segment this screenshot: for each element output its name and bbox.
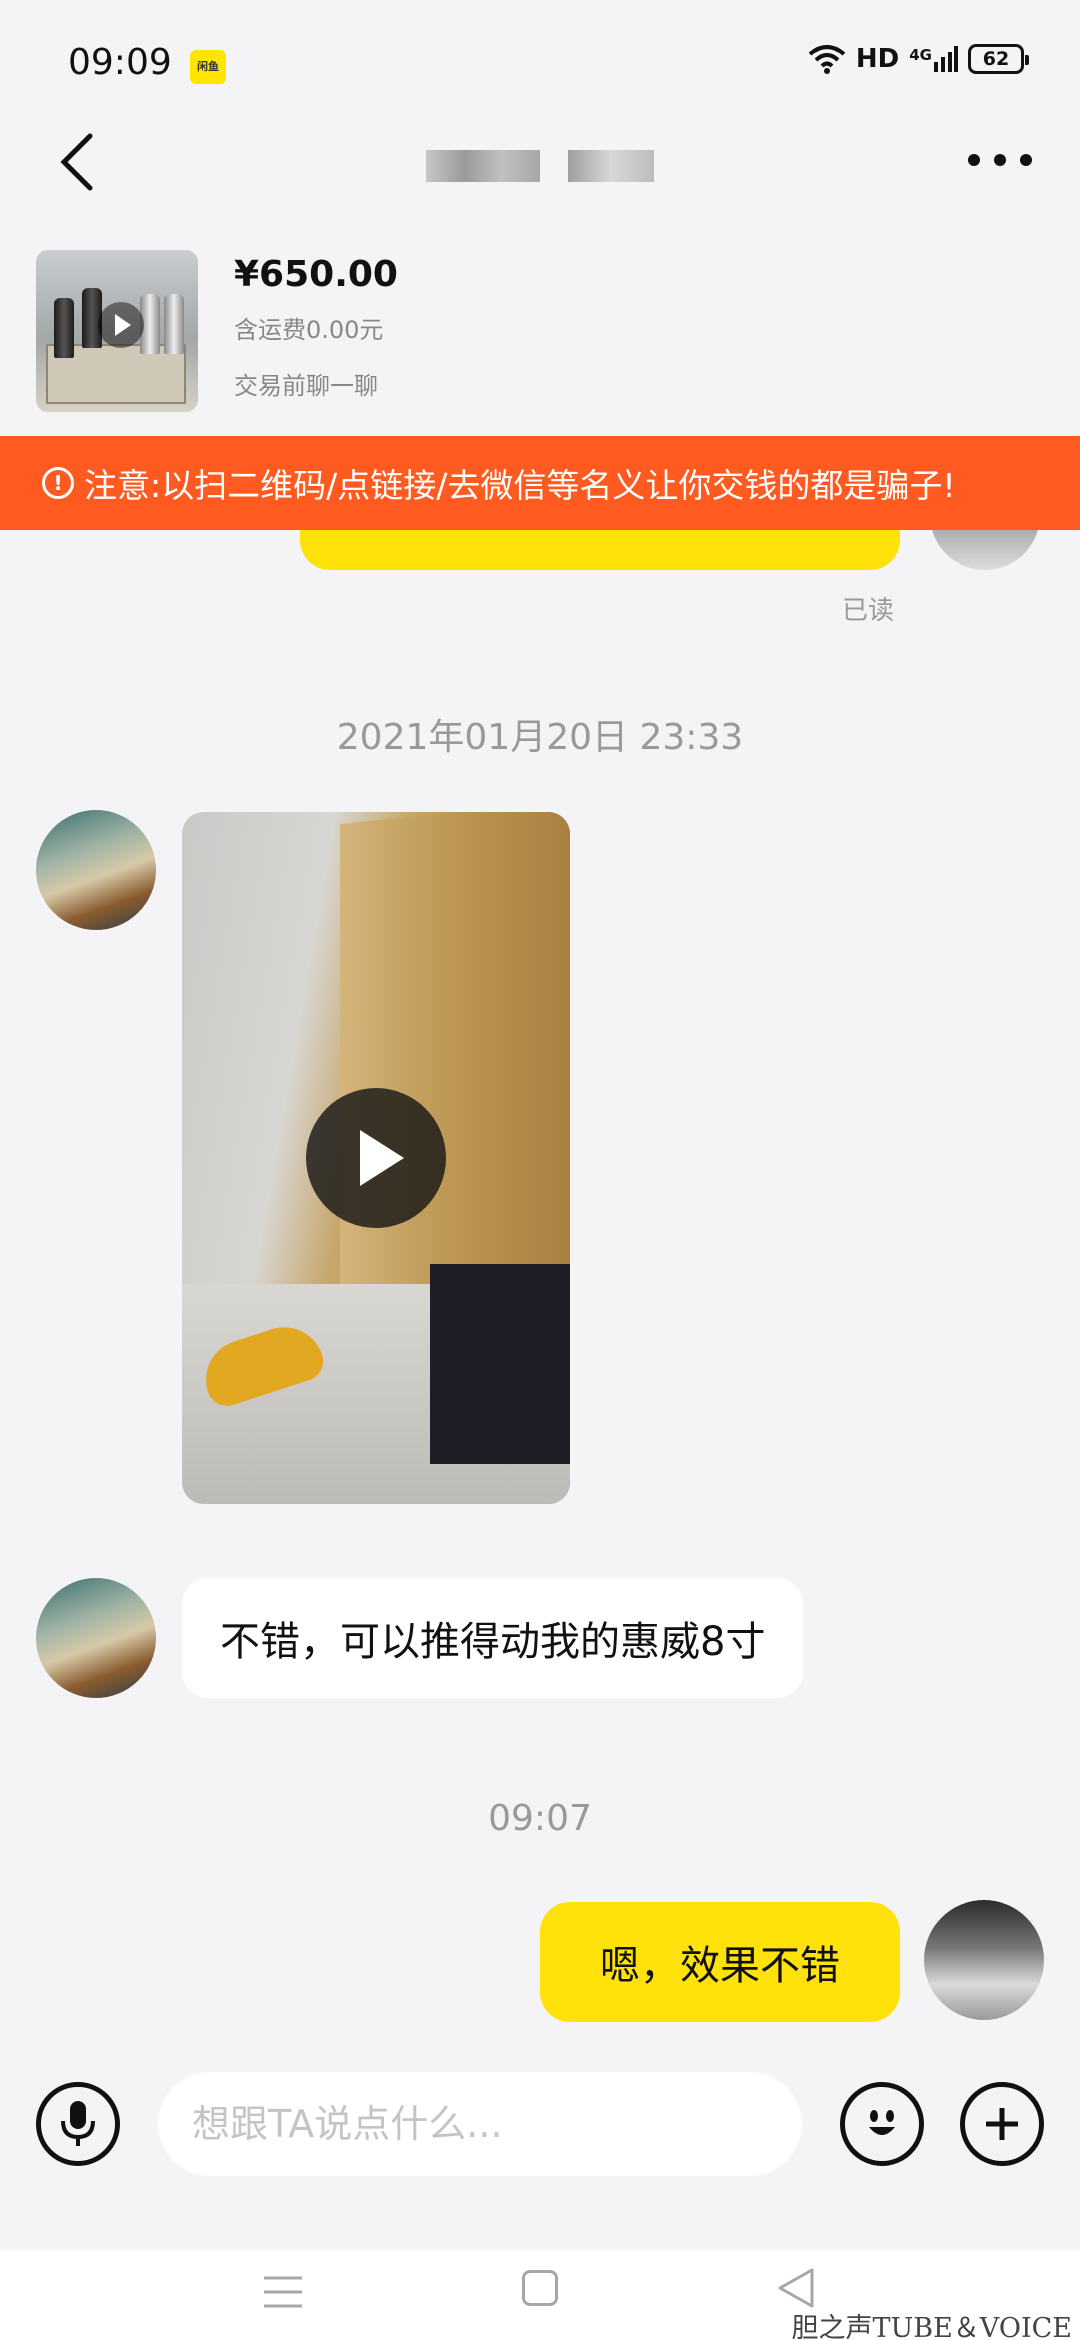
contact-name-blurred	[426, 150, 540, 182]
contact-avatar[interactable]	[36, 1578, 156, 1698]
product-thumbnail[interactable]	[36, 250, 198, 412]
emoji-icon	[869, 2110, 895, 2135]
chat-hint: 交易前聊一聊	[234, 372, 378, 400]
app-notification-icon: 闲鱼	[190, 50, 226, 84]
contact-avatar[interactable]	[36, 810, 156, 930]
read-status: 已读	[842, 596, 895, 626]
plus-icon	[986, 2108, 1018, 2140]
voice-input-button[interactable]	[36, 2082, 120, 2166]
battery-icon: 62	[968, 44, 1029, 74]
warning-icon: !	[42, 467, 74, 499]
timestamp: 2021年01月20日 23:33	[336, 717, 744, 758]
video-play-icon	[98, 302, 144, 348]
watermark: 胆之声TUBE＆VOICE	[791, 2313, 1072, 2340]
emoji-button[interactable]	[840, 2082, 924, 2166]
recent-apps-icon[interactable]	[264, 2272, 302, 2312]
outgoing-message-bubble: 嗯，效果不错	[540, 1902, 900, 2022]
wifi-icon	[808, 45, 846, 74]
more-actions-button[interactable]	[960, 2082, 1044, 2166]
microphone-icon	[61, 2101, 95, 2146]
network-4g-label: 4G	[909, 46, 958, 72]
play-icon[interactable]	[306, 1088, 446, 1228]
timestamp: 09:07	[488, 1798, 592, 1839]
back-triangle-icon[interactable]	[776, 2266, 816, 2310]
product-price: ¥650.00	[234, 254, 398, 295]
status-indicators: HD 4G 62	[808, 44, 1029, 74]
warning-text: 注意:以扫二维码/点链接/去微信等名义让你交钱的都是骗子!	[84, 466, 956, 505]
message-input[interactable]	[158, 2072, 802, 2176]
signal-icon	[934, 46, 958, 72]
video-message[interactable]	[182, 812, 570, 1504]
home-icon[interactable]	[522, 2270, 558, 2306]
contact-name-blurred-2	[568, 150, 654, 182]
incoming-message-bubble: 不错，可以推得动我的惠威8寸	[182, 1578, 804, 1698]
fraud-warning-banner: ! 注意:以扫二维码/点链接/去微信等名义让你交钱的都是骗子!	[0, 436, 1080, 530]
status-time: 09:09	[68, 42, 172, 83]
back-arrow-icon[interactable]	[56, 132, 102, 192]
shipping-fee: 含运费0.00元	[234, 316, 384, 344]
my-avatar[interactable]	[924, 1900, 1044, 2020]
more-dots-icon[interactable]	[968, 150, 1032, 170]
network-hd-label: HD	[855, 44, 900, 74]
